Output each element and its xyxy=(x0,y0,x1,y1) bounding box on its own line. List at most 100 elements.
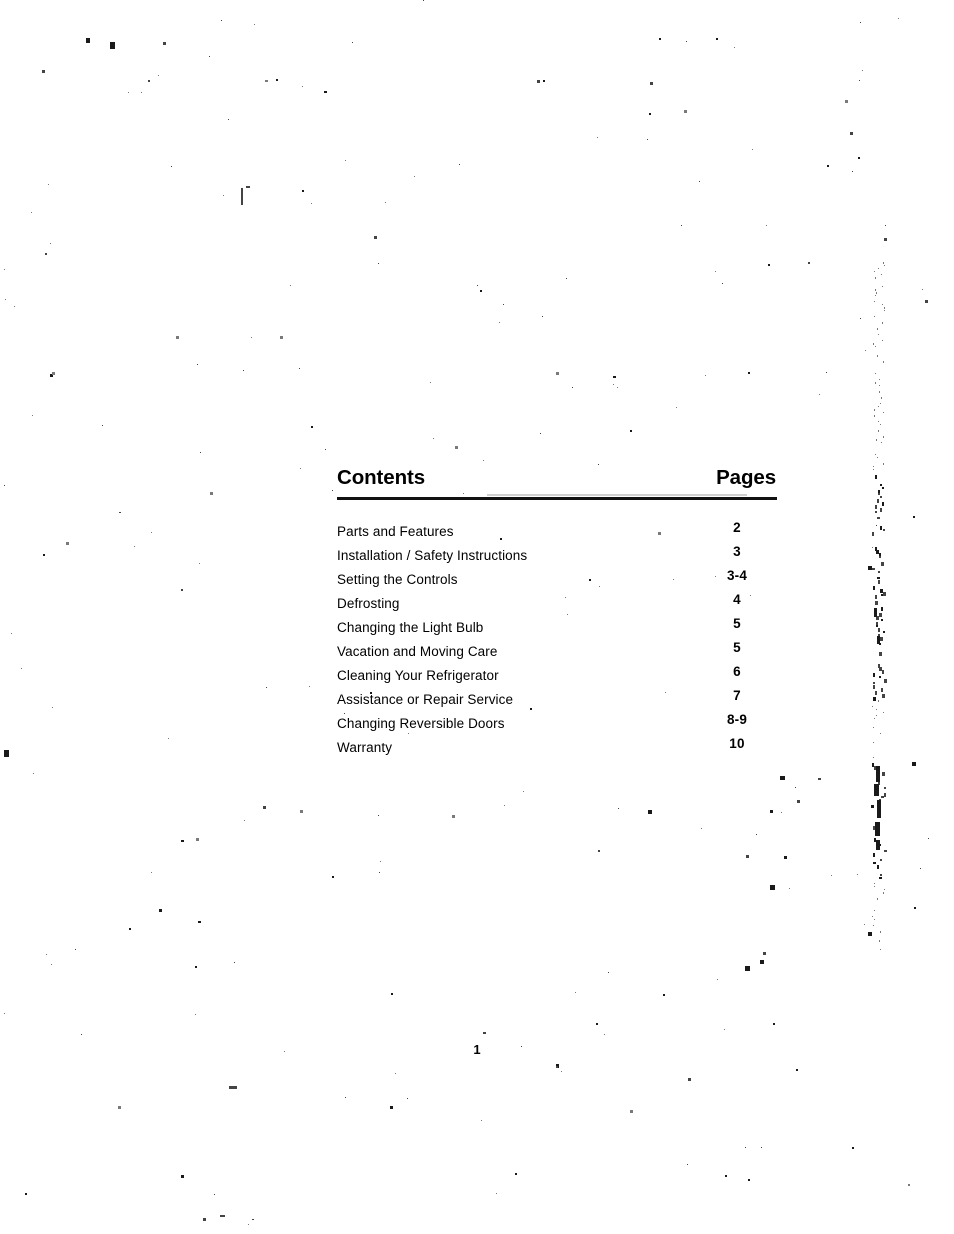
scan-speck xyxy=(483,460,484,461)
scan-speck xyxy=(648,810,652,814)
scan-speck xyxy=(332,876,334,878)
toc-entry: Installation / Safety Instructions 3 xyxy=(337,544,777,568)
scan-speck xyxy=(876,616,879,620)
scan-speck xyxy=(52,707,53,708)
scan-speck xyxy=(200,452,201,453)
scan-speck xyxy=(33,773,34,774)
toc-entry: Warranty 10 xyxy=(337,736,777,760)
scan-speck xyxy=(880,403,881,404)
scan-speck xyxy=(163,42,166,45)
scan-speck xyxy=(768,264,770,266)
scan-speck xyxy=(875,822,880,836)
scan-speck xyxy=(875,601,878,605)
scan-speck xyxy=(880,484,882,486)
scan-speck xyxy=(195,966,197,968)
scan-speck xyxy=(879,940,880,942)
scan-speck xyxy=(873,853,875,857)
scan-speck xyxy=(881,442,882,443)
scan-speck xyxy=(102,425,103,426)
scan-speck xyxy=(302,190,304,192)
scan-speck xyxy=(874,271,875,272)
scan-speck xyxy=(745,966,750,971)
scan-speck xyxy=(752,149,753,150)
scan-speck xyxy=(220,1215,225,1217)
scan-speck xyxy=(244,820,245,821)
toc-entry-page: 8-9 xyxy=(726,712,748,727)
scan-speck xyxy=(151,532,152,533)
scan-speck xyxy=(746,855,749,858)
scan-speck xyxy=(223,195,224,196)
scan-speck xyxy=(864,924,865,925)
scan-speck xyxy=(878,421,879,422)
scan-speck xyxy=(715,271,716,272)
toc-entry-page: 3-4 xyxy=(726,568,748,583)
scan-speck xyxy=(647,139,648,140)
scan-speck xyxy=(845,100,848,103)
scan-speck xyxy=(875,595,877,599)
scan-speck xyxy=(543,80,545,82)
scan-speck xyxy=(876,439,877,441)
scan-speck xyxy=(885,225,886,226)
scan-speck xyxy=(159,909,162,912)
scan-speck xyxy=(254,24,255,25)
scan-speck xyxy=(883,892,884,894)
scan-speck xyxy=(66,542,69,545)
toc-entry-page: 4 xyxy=(733,592,741,607)
scan-speck xyxy=(882,670,884,674)
scan-speck xyxy=(407,1098,408,1099)
scan-speck xyxy=(878,493,880,495)
scan-speck xyxy=(504,805,505,806)
scan-speck xyxy=(879,643,881,645)
scan-speck xyxy=(597,137,598,138)
scan-speck xyxy=(883,631,885,633)
scan-speck xyxy=(596,1023,598,1025)
scan-speck xyxy=(5,299,6,300)
scan-speck xyxy=(879,553,881,557)
scan-speck xyxy=(119,512,121,513)
scan-speck xyxy=(877,355,878,357)
scan-speck xyxy=(374,236,377,239)
scan-speck xyxy=(221,20,222,21)
scan-speck xyxy=(884,850,887,852)
scan-speck xyxy=(540,433,541,434)
scan-speck xyxy=(4,485,5,486)
scan-speck xyxy=(266,687,267,688)
scan-speck xyxy=(699,181,700,182)
scan-speck xyxy=(300,468,301,469)
scan-speck xyxy=(873,727,874,728)
scan-speck xyxy=(883,412,884,413)
scan-speck xyxy=(808,262,810,264)
scan-speck xyxy=(879,799,881,803)
scan-speck xyxy=(860,22,861,23)
scan-speck xyxy=(523,791,524,792)
scan-speck xyxy=(860,318,861,319)
scan-speck xyxy=(168,738,169,739)
scan-speck xyxy=(882,340,883,341)
scan-speck xyxy=(819,394,820,395)
scan-speck xyxy=(481,1120,482,1121)
scan-speck xyxy=(716,38,718,40)
scan-speck xyxy=(875,346,876,347)
scan-speck xyxy=(630,430,632,432)
scan-speck xyxy=(430,382,431,383)
scan-speck xyxy=(649,113,651,115)
scan-speck xyxy=(925,300,928,303)
scan-speck xyxy=(300,810,303,813)
scan-speck xyxy=(831,875,832,876)
scan-speck xyxy=(884,238,887,241)
scan-speck xyxy=(882,304,883,305)
scan-speck xyxy=(246,186,250,188)
scan-speck xyxy=(884,787,886,789)
scan-speck xyxy=(796,1069,798,1071)
scan-speck xyxy=(663,994,665,996)
scan-speck xyxy=(248,1224,249,1225)
scan-speck xyxy=(876,840,880,850)
scan-speck xyxy=(879,385,880,386)
scan-speck xyxy=(684,110,687,113)
scan-speck xyxy=(880,496,882,498)
scan-speck xyxy=(141,92,142,93)
scan-speck xyxy=(874,886,875,887)
scan-speck xyxy=(556,1066,558,1068)
scan-speck xyxy=(455,446,458,449)
scan-speck xyxy=(483,1032,486,1034)
